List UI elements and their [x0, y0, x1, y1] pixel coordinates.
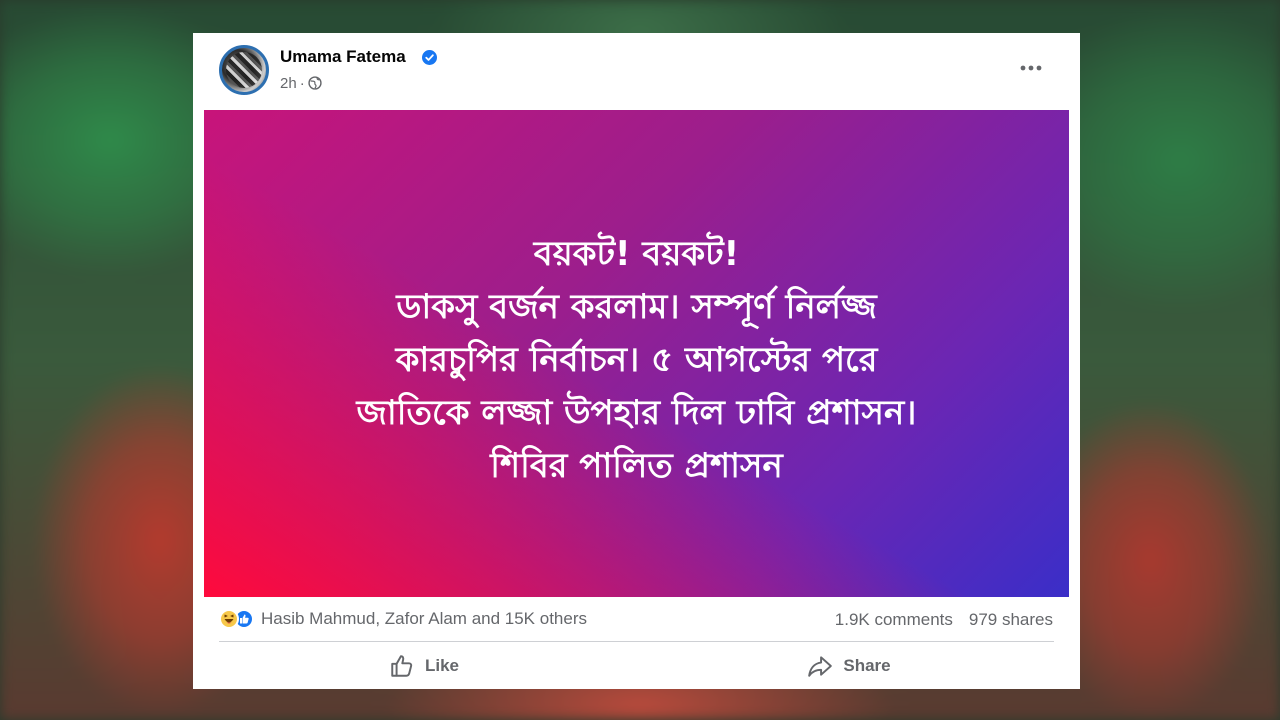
globe-icon — [308, 76, 322, 90]
share-arrow-icon — [808, 656, 833, 677]
reactions-summary[interactable]: Hasib Mahmud, Zafor Alam and 15K others — [219, 609, 587, 629]
avatar-photo — [226, 52, 262, 88]
facebook-post-card: Umama Fatema 2h · বয়কট! বয়কট! ডাকসু বর… — [193, 33, 1080, 689]
post-text: বয়কট! বয়কট! ডাকসু বর্জন করলাম। সম্পূর্… — [204, 228, 1069, 493]
share-button[interactable]: Share — [644, 646, 1054, 686]
meta-separator: · — [299, 74, 305, 92]
share-label: Share — [843, 656, 891, 675]
post-action-bar: Like Share — [219, 646, 1054, 686]
post-meta: 2h · — [280, 74, 322, 92]
post-header: Umama Fatema 2h · — [193, 33, 1080, 110]
actions-divider — [219, 641, 1054, 642]
post-text-line: বয়কট! বয়কট! — [533, 234, 740, 274]
like-button[interactable]: Like — [219, 646, 629, 686]
post-text-line: ডাকসু বর্জন করলাম। সম্পূর্ণ নির্লজ্জ — [396, 287, 877, 327]
thumbs-up-icon — [391, 655, 413, 677]
more-options-button[interactable] — [1013, 53, 1049, 83]
more-options-icon — [1020, 65, 1042, 71]
post-text-line: জাতিকে লজ্জা উপহার দিল ঢাবি প্রশাসন। — [356, 393, 917, 433]
haha-icon — [219, 609, 239, 629]
author-avatar[interactable] — [219, 45, 269, 95]
post-colored-background: বয়কট! বয়কট! ডাকসু বর্জন করলাম। সম্পূর্… — [204, 110, 1069, 597]
post-text-line: শিবির পালিত প্রশাসন — [490, 446, 783, 486]
comments-count[interactable]: 1.9K comments — [835, 610, 953, 630]
post-timestamp[interactable]: 2h — [280, 75, 297, 92]
verified-badge-icon — [422, 50, 437, 65]
engagement-counts: 1.9K comments 979 shares — [835, 610, 1053, 630]
author-name[interactable]: Umama Fatema — [280, 47, 406, 67]
like-label: Like — [424, 656, 460, 675]
reactors-text[interactable]: Hasib Mahmud, Zafor Alam and 15K others — [261, 609, 587, 629]
post-stats-bar: Hasib Mahmud, Zafor Alam and 15K others … — [193, 601, 1080, 639]
shares-count[interactable]: 979 shares — [969, 610, 1053, 630]
post-text-line: কারচুপির নির্বাচন। ৫ আগস্টের পরে — [395, 340, 878, 380]
